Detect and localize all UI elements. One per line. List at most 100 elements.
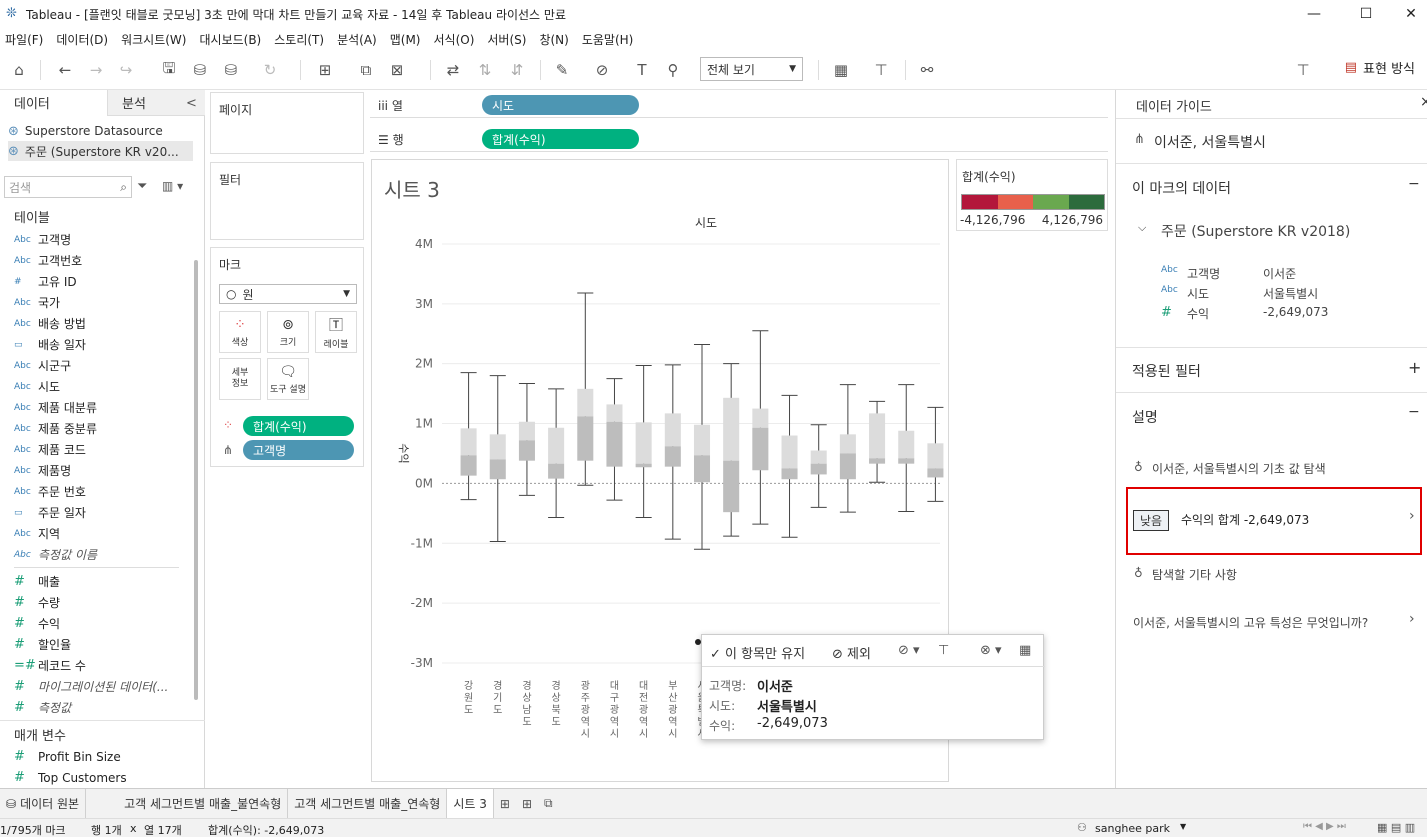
save-icon[interactable]: 🖫 [157,58,181,82]
new-worksheet-icon[interactable]: ⊞ [494,789,516,819]
field-item[interactable]: Abc 주문 번호 [14,481,194,502]
chevron-down-icon[interactable]: ⌵ [1138,221,1146,235]
field-item[interactable]: # 수익 [14,613,194,634]
datasource-superstore[interactable]: ⊛ Superstore Datasource [8,121,193,141]
sort-desc-icon[interactable]: ⇵ [505,58,529,82]
fit-select[interactable]: 전체 보기 ▼ [700,57,803,81]
tab-sheet-discrete[interactable]: 고객 세그먼트별 매출_불연속형 [118,788,289,819]
tab-data[interactable]: 데이터 [0,90,107,116]
datasource-orders[interactable]: ⊛ 주문 (Superstore KR v20... [8,141,193,161]
collapse-pane-icon[interactable]: < [186,90,197,116]
close-icon[interactable]: × [1420,94,1427,110]
search-input[interactable]: 검색 ⌕ [4,176,132,198]
clear-sheet-icon[interactable]: ⊠ [385,58,409,82]
pin-icon[interactable]: ⚲ [661,58,685,82]
explore-base-link[interactable]: 이서준, 서울특별시의 기초 값 탐색 [1152,460,1326,477]
tooltip-format-icon[interactable]: ⊤ [1291,58,1315,82]
field-item[interactable]: Abc 지역 [14,523,194,544]
color-button[interactable]: ⁘ 색상 [219,311,261,353]
close-button[interactable]: ✕ [1388,0,1427,28]
add-icon[interactable]: + [1408,358,1421,377]
menu-worksheet[interactable]: 워크시트(W) [119,31,188,48]
sort-asc-icon[interactable]: ⇅ [473,58,497,82]
question-link[interactable]: 이서준, 서울특별시의 고유 특성은 무엇입니까? [1133,614,1368,631]
chevron-down-icon[interactable]: ▼ [1180,822,1186,831]
field-item[interactable]: Abc 시도 [14,376,194,397]
field-item[interactable]: # Top Customers [14,767,194,788]
color-legend[interactable]: 합계(수익) -4,126,796 4,126,796 [956,159,1108,231]
redo-icon[interactable]: → [84,58,108,82]
field-item[interactable]: # 매출 [14,571,194,592]
scrollbar[interactable] [194,260,198,700]
field-item[interactable]: # 고유 ID [14,271,194,292]
field-item[interactable]: Abc 제품 중분류 [14,418,194,439]
field-item[interactable]: # Profit Bin Size [14,746,194,767]
new-dashboard-icon[interactable]: ⊞ [516,789,538,819]
columns-shelf[interactable]: iii 열 시도 [370,92,1108,118]
chevron-right-icon[interactable]: › [1409,611,1415,627]
new-story-icon[interactable]: ⧉ [538,789,559,819]
show-me-button[interactable]: ▤ 표현 방식 [1345,58,1415,77]
field-item[interactable]: Abc 국가 [14,292,194,313]
presentation-icon[interactable]: ⊤ [869,58,893,82]
user-name[interactable]: sanghee park [1095,822,1170,835]
highlight-icon[interactable]: ⊤ [938,643,949,658]
highlight-icon[interactable]: ✎ [550,58,574,82]
menu-analysis[interactable]: 분석(A) [335,31,379,48]
collapse-icon[interactable]: − [1408,176,1420,192]
new-worksheet-icon[interactable]: ⊞ [313,58,337,82]
set-icon[interactable]: ⊗ ▾ [980,643,1002,658]
field-item[interactable]: # 측정값 [14,697,194,718]
menu-format[interactable]: 서식(O) [432,31,477,48]
swap-icon[interactable]: ⇄ [441,58,465,82]
field-item[interactable]: ▭ 배송 일자 [14,334,194,355]
mark-type-select[interactable]: ○ 원 ▼ [219,284,357,304]
menu-file[interactable]: 파일(F) [3,31,45,48]
menu-help[interactable]: 도움말(H) [580,31,636,48]
label-button[interactable]: 🅃 레이블 [315,311,357,353]
view-data-icon[interactable]: ▦ [1019,643,1031,658]
chevron-right-icon[interactable]: › [1409,508,1415,524]
field-item[interactable]: # 할인율 [14,634,194,655]
field-item[interactable]: # 마이그레이션된 데이터(... [14,676,194,697]
field-item[interactable]: ▭ 주문 일자 [14,502,194,523]
card-toggle-icon[interactable]: ▦ [829,58,853,82]
sheet-nav-icon[interactable]: ⏮ ◀ ▶ ⏭ [1303,821,1346,832]
menu-map[interactable]: 맵(M) [388,31,423,48]
detail-button[interactable]: 세부 정보 [219,358,261,400]
collapse-icon[interactable]: − [1408,404,1420,420]
share-icon[interactable]: ⚯ [915,58,939,82]
minimize-button[interactable]: — [1291,0,1337,28]
keep-only-button[interactable]: ✓ 이 항목만 유지 [710,643,805,662]
pause-updates-icon[interactable]: ⛁ [219,58,243,82]
pages-card[interactable]: 페이지 [210,92,364,154]
explore-more-link[interactable]: 탐색할 기타 사항 [1152,566,1237,583]
refresh-icon[interactable]: ↻ [258,58,282,82]
color-pill[interactable]: 합계(수익) [243,416,354,436]
menu-story[interactable]: 스토리(T) [272,31,326,48]
filter-icon[interactable]: ⏷ [137,179,147,194]
menu-data[interactable]: 데이터(D) [54,31,110,48]
filters-card[interactable]: 필터 [210,162,364,240]
rows-pill[interactable]: 합계(수익) [482,129,639,149]
undo-icon[interactable]: ← [53,58,77,82]
field-item[interactable]: Abc 제품 코드 [14,439,194,460]
duplicate-sheet-icon[interactable]: ⧉ [354,58,378,82]
replay-icon[interactable]: ↪ [114,58,138,82]
field-item[interactable]: =# 레코드 수 [14,655,194,676]
tab-sheet-3[interactable]: 시트 3 [447,788,494,819]
field-item[interactable]: Abc 제품 대분류 [14,397,194,418]
exclude-button[interactable]: ⊘ 제외 [832,643,871,662]
tooltip-button[interactable]: 🗨 도구 설명 [267,358,309,400]
field-item[interactable]: Abc 측정값 이름 [14,544,194,565]
field-item[interactable]: Abc 고객번호 [14,250,194,271]
menu-server[interactable]: 서버(S) [485,31,528,48]
menu-window[interactable]: 창(N) [537,31,570,48]
view-options-icon[interactable]: ▥ ▾ [162,179,183,193]
tab-datasource[interactable]: ⛁ 데이터 원본 [0,788,87,819]
field-item[interactable]: Abc 고객명 [14,229,194,250]
menu-dashboard[interactable]: 대시보드(B) [197,31,263,48]
group-icon[interactable]: ⊘ [590,58,614,82]
home-icon[interactable]: ⌂ [7,58,31,82]
new-datasource-icon[interactable]: ⛁ [188,58,212,82]
